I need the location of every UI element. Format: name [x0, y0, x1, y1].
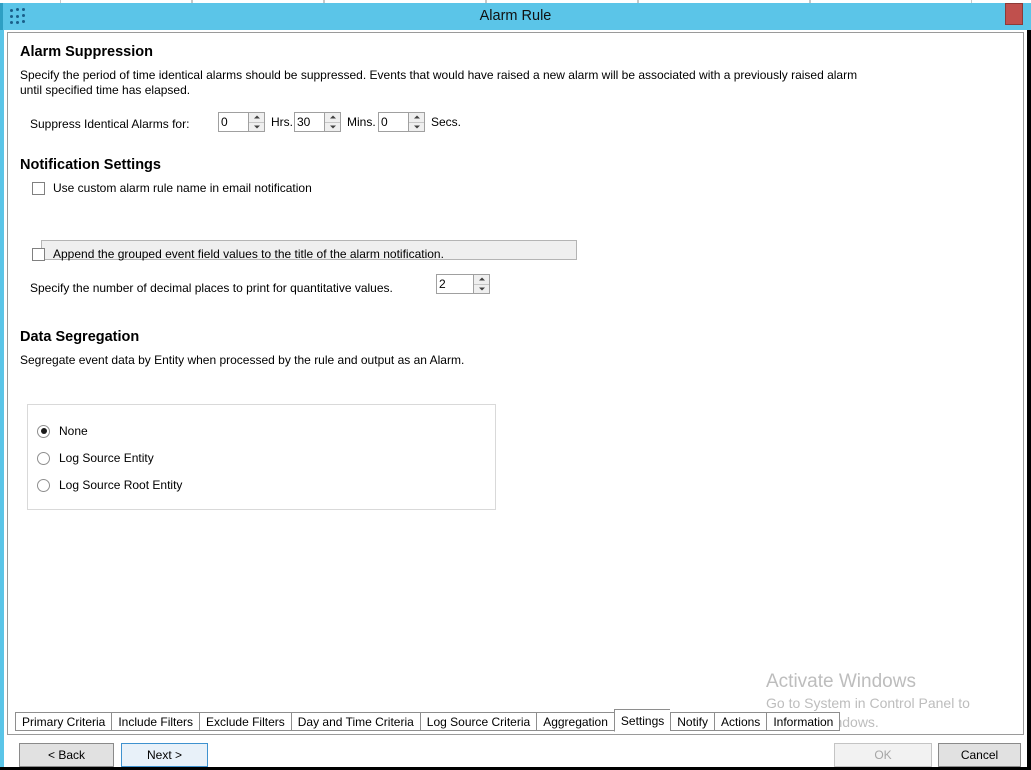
- suppress-hours-increment-icon[interactable]: [249, 113, 264, 123]
- suppress-hours-decrement-icon[interactable]: [249, 123, 264, 132]
- suppress-hours-value[interactable]: 0: [219, 113, 248, 131]
- alarm-rule-dialog: Alarm Rule Alarm Suppression Specify the…: [0, 0, 1031, 770]
- suppress-hours-unit: Hrs.: [271, 115, 293, 129]
- use-custom-alarm-rule-name-label: Use custom alarm rule name in email noti…: [53, 181, 312, 195]
- ok-button[interactable]: OK: [834, 743, 932, 767]
- decimal-places-arrows[interactable]: [473, 275, 489, 293]
- suppress-seconds-unit: Secs.: [431, 115, 461, 129]
- tab-day-and-time-criteria[interactable]: Day and Time Criteria: [291, 712, 420, 731]
- suppress-seconds-decrement-icon[interactable]: [409, 123, 424, 132]
- checkbox-box-icon[interactable]: [32, 182, 45, 195]
- alarm-suppression-heading: Alarm Suppression: [20, 44, 153, 60]
- decimal-places-value[interactable]: 2: [437, 275, 473, 293]
- segregation-option-log-source-entity-label: Log Source Entity: [59, 451, 154, 465]
- window-title: Alarm Rule: [0, 3, 1031, 30]
- tab-primary-criteria[interactable]: Primary Criteria: [15, 712, 111, 731]
- alarm-suppression-description-line2: until specified time has elapsed.: [20, 83, 190, 97]
- close-icon[interactable]: [1005, 3, 1023, 25]
- suppress-seconds-arrows[interactable]: [408, 113, 424, 131]
- decimal-places-label: Specify the number of decimal places to …: [30, 281, 393, 295]
- checkbox-box-icon[interactable]: [32, 248, 45, 261]
- tab-settings[interactable]: Settings: [614, 709, 670, 732]
- radio-circle-icon[interactable]: [37, 479, 50, 492]
- next-button[interactable]: Next >: [121, 743, 208, 767]
- segregation-option-none[interactable]: None: [37, 424, 88, 438]
- suppress-minutes-arrows[interactable]: [324, 113, 340, 131]
- decimal-places-increment-icon[interactable]: [474, 275, 489, 285]
- tab-include-filters[interactable]: Include Filters: [111, 712, 199, 731]
- segregation-option-log-source-root-entity[interactable]: Log Source Root Entity: [37, 478, 182, 492]
- decimal-places-decrement-icon[interactable]: [474, 285, 489, 294]
- tab-strip: Primary Criteria Include Filters Exclude…: [15, 711, 840, 731]
- tab-actions[interactable]: Actions: [714, 712, 766, 731]
- notification-settings-heading: Notification Settings: [20, 157, 161, 173]
- tab-exclude-filters[interactable]: Exclude Filters: [199, 712, 291, 731]
- append-grouped-values-label: Append the grouped event field values to…: [53, 247, 444, 261]
- suppress-seconds-stepper[interactable]: 0: [378, 112, 425, 132]
- tab-notify[interactable]: Notify: [670, 712, 714, 731]
- suppress-seconds-increment-icon[interactable]: [409, 113, 424, 123]
- data-segregation-group: None Log Source Entity Log Source Root E…: [27, 404, 496, 510]
- segregation-option-log-source-root-entity-label: Log Source Root Entity: [59, 478, 182, 492]
- decimal-places-stepper[interactable]: 2: [436, 274, 490, 294]
- segregation-option-log-source-entity[interactable]: Log Source Entity: [37, 451, 154, 465]
- data-segregation-heading: Data Segregation: [20, 329, 139, 345]
- tab-log-source-criteria[interactable]: Log Source Criteria: [420, 712, 536, 731]
- suppress-minutes-stepper[interactable]: 30: [294, 112, 341, 132]
- suppress-identical-alarms-label: Suppress Identical Alarms for:: [30, 117, 189, 131]
- title-bar[interactable]: Alarm Rule: [0, 3, 1031, 30]
- cancel-button[interactable]: Cancel: [938, 743, 1021, 767]
- radio-circle-icon[interactable]: [37, 425, 50, 438]
- back-button[interactable]: < Back: [19, 743, 114, 767]
- suppress-seconds-value[interactable]: 0: [379, 113, 408, 131]
- window-right-accent: [1027, 30, 1031, 770]
- use-custom-alarm-rule-name-checkbox[interactable]: Use custom alarm rule name in email noti…: [32, 181, 312, 195]
- suppress-hours-stepper[interactable]: 0: [218, 112, 265, 132]
- dialog-client-area: Alarm Suppression Specify the period of …: [7, 32, 1024, 735]
- tab-information[interactable]: Information: [766, 712, 840, 731]
- suppress-minutes-value[interactable]: 30: [295, 113, 324, 131]
- data-segregation-description: Segregate event data by Entity when proc…: [20, 353, 464, 367]
- radio-circle-icon[interactable]: [37, 452, 50, 465]
- suppress-minutes-unit: Mins.: [347, 115, 376, 129]
- segregation-option-none-label: None: [59, 424, 88, 438]
- alarm-suppression-description-line1: Specify the period of time identical ala…: [20, 68, 857, 82]
- append-grouped-values-checkbox[interactable]: Append the grouped event field values to…: [32, 247, 444, 261]
- suppress-minutes-increment-icon[interactable]: [325, 113, 340, 123]
- suppress-hours-arrows[interactable]: [248, 113, 264, 131]
- tab-aggregation[interactable]: Aggregation: [536, 712, 614, 731]
- window-left-accent: [0, 30, 4, 770]
- suppress-minutes-decrement-icon[interactable]: [325, 123, 340, 132]
